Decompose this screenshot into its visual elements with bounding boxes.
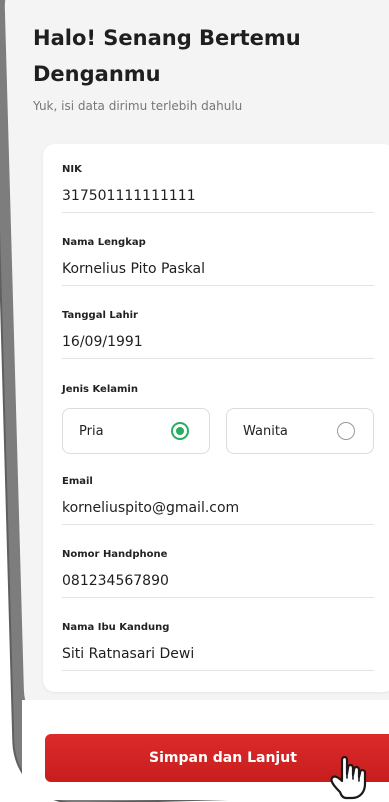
birth-date-field[interactable]: Tanggal Lahir 16/09/1991 bbox=[62, 309, 374, 359]
full-name-label: Nama Lengkap bbox=[62, 237, 146, 248]
page-subtitle: Yuk, isi data dirimu terlebih dahulu bbox=[33, 99, 243, 113]
gender-option-pria[interactable]: Pria bbox=[62, 408, 210, 454]
gender-label: Jenis Kelamin bbox=[62, 384, 138, 395]
tap-hand-icon bbox=[330, 755, 367, 800]
birth-date-input[interactable]: 16/09/1991 bbox=[62, 332, 374, 358]
mother-name-field[interactable]: Nama Ibu Kandung Siti Ratnasari Dewi bbox=[62, 621, 374, 671]
email-field[interactable]: Email korneliuspito@gmail.com bbox=[62, 475, 374, 525]
gender-option-pria-label: Pria bbox=[79, 424, 104, 439]
birth-date-label: Tanggal Lahir bbox=[62, 310, 138, 321]
mother-name-label: Nama Ibu Kandung bbox=[62, 622, 170, 633]
phone-label: Nomor Handphone bbox=[62, 549, 168, 560]
gender-option-wanita-label: Wanita bbox=[243, 424, 288, 439]
page-title: Halo! Senang Bertemu Denganmu bbox=[33, 26, 301, 86]
full-name-field[interactable]: Nama Lengkap Kornelius Pito Paskal bbox=[62, 236, 374, 286]
email-input[interactable]: korneliuspito@gmail.com bbox=[62, 498, 374, 524]
nik-input[interactable]: 317501111111111 bbox=[62, 186, 374, 212]
app-screen: Halo! Senang Bertemu Denganmu Yuk, isi d… bbox=[0, 0, 389, 802]
radio-unchecked-icon[interactable] bbox=[337, 422, 355, 440]
registration-page: Halo! Senang Bertemu Denganmu Yuk, isi d… bbox=[0, 0, 389, 802]
phone-input[interactable]: 081234567890 bbox=[62, 571, 374, 597]
nik-field[interactable]: NIK 317501111111111 bbox=[62, 163, 374, 213]
mother-name-input[interactable]: Siti Ratnasari Dewi bbox=[62, 644, 374, 670]
phone-field[interactable]: Nomor Handphone 081234567890 bbox=[62, 548, 374, 598]
gender-option-wanita[interactable]: Wanita bbox=[226, 408, 374, 454]
radio-checked-icon[interactable] bbox=[171, 422, 189, 440]
email-label: Email bbox=[62, 476, 93, 487]
full-name-input[interactable]: Kornelius Pito Paskal bbox=[62, 259, 374, 285]
nik-label: NIK bbox=[62, 164, 82, 175]
